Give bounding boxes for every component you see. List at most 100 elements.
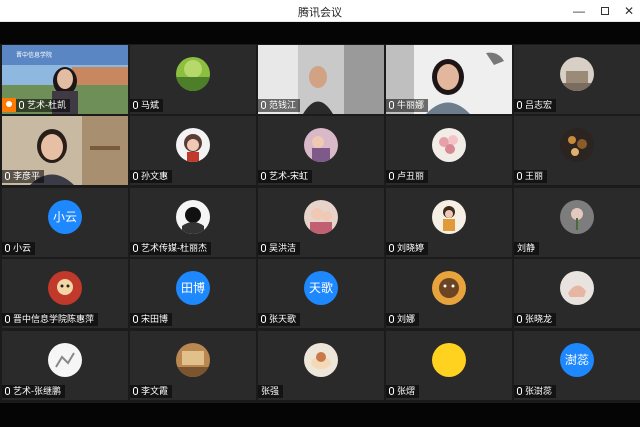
participant-tile[interactable]: 天歌 张天歌 — [258, 259, 384, 328]
participant-avatar: 天歌 — [304, 271, 338, 305]
participant-avatar — [48, 271, 82, 305]
participant-tile[interactable]: 田博 宋田博 — [130, 259, 256, 328]
participant-tile[interactable]: 吕志宏 — [514, 45, 640, 114]
participant-tile[interactable]: 张晓龙 — [514, 259, 640, 328]
microphone-icon — [133, 244, 138, 252]
participant-tile[interactable]: 孙文惠 — [130, 116, 256, 185]
microphone-icon — [389, 387, 394, 395]
window-title: 腾讯会议 — [298, 7, 342, 19]
microphone-icon — [389, 315, 394, 323]
microphone-icon — [5, 244, 10, 252]
participant-name-label: 艺术-杜凯 — [16, 99, 70, 112]
participant-avatar — [432, 343, 466, 377]
participant-name-label: 马斌 — [130, 99, 164, 112]
microphone-icon — [517, 101, 522, 109]
participant-avatar — [560, 128, 594, 162]
participant-name-label: 宋田博 — [130, 313, 173, 326]
participant-name-label: 艺术-宋虹 — [258, 170, 312, 183]
participant-tile[interactable]: 刘娜 — [386, 259, 512, 328]
participant-tile[interactable]: 李彦平 — [2, 116, 128, 185]
microphone-icon — [261, 244, 266, 252]
participant-name-label: 刘静 — [514, 242, 540, 255]
microphone-icon — [389, 244, 394, 252]
maximize-button[interactable] — [594, 2, 616, 20]
microphone-icon — [517, 387, 522, 395]
participant-name-label: 吴洪洁 — [258, 242, 301, 255]
participant-name-label: 艺术-张继鹏 — [2, 385, 65, 398]
svg-text:晋中信息学院: 晋中信息学院 — [16, 51, 52, 59]
microphone-icon — [133, 101, 138, 109]
microphone-icon — [133, 172, 138, 180]
participant-tile[interactable]: 刘晓婷 — [386, 188, 512, 257]
participant-tile[interactable]: 王丽 — [514, 116, 640, 185]
participant-name-label: 李文霞 — [130, 385, 173, 398]
close-button[interactable]: ✕ — [618, 2, 640, 20]
microphone-icon — [261, 172, 266, 180]
participant-name-label: 刘晓婷 — [386, 242, 429, 255]
participant-tile[interactable]: 艺术传媒-杜丽杰 — [130, 188, 256, 257]
participant-tile[interactable]: 范钱江 — [258, 45, 384, 114]
microphone-icon — [261, 101, 266, 109]
participant-avatar: 澍蕊 — [560, 343, 594, 377]
participant-name-label: 小云 — [2, 242, 36, 255]
microphone-icon — [261, 315, 266, 323]
participant-tile[interactable]: 晋中信息学院 艺术-杜凯 — [2, 45, 128, 114]
participant-name-label: 张晓龙 — [514, 313, 557, 326]
microphone-icon — [5, 387, 10, 395]
participant-name-label: 吕志宏 — [514, 99, 557, 112]
participant-avatar — [304, 343, 338, 377]
participant-tile[interactable]: 晋中信息学院陈惠萍 — [2, 259, 128, 328]
microphone-icon — [19, 101, 24, 109]
microphone-icon — [5, 315, 10, 323]
microphone-icon — [389, 101, 394, 109]
participant-avatar — [304, 128, 338, 162]
participant-avatar — [176, 200, 210, 234]
participant-avatar — [432, 200, 466, 234]
participant-avatar — [560, 200, 594, 234]
participant-name-label: 张天歌 — [258, 313, 301, 326]
host-badge-icon — [2, 98, 16, 112]
participant-avatar — [560, 57, 594, 91]
participant-tile[interactable]: 张熠 — [386, 331, 512, 400]
participant-avatar — [176, 128, 210, 162]
participant-name-label: 刘娜 — [386, 313, 420, 326]
participant-avatar: 小云 — [48, 200, 82, 234]
microphone-icon — [5, 172, 10, 180]
participant-tile[interactable]: 吴洪洁 — [258, 188, 384, 257]
microphone-icon — [517, 172, 522, 180]
participant-avatar: 田博 — [176, 271, 210, 305]
participant-name-label: 艺术传媒-杜丽杰 — [130, 242, 211, 255]
participant-tile[interactable]: 张强 — [258, 331, 384, 400]
microphone-icon — [517, 315, 522, 323]
participant-tile[interactable]: 牛丽娜 — [386, 45, 512, 114]
participant-avatar — [176, 57, 210, 91]
top-toolbar-area — [0, 22, 640, 44]
minimize-button[interactable]: — — [568, 2, 590, 20]
microphone-icon — [389, 172, 394, 180]
participant-name-label: 牛丽娜 — [386, 99, 429, 112]
participant-avatar — [304, 200, 338, 234]
participant-tile[interactable]: 马斌 — [130, 45, 256, 114]
participant-avatar — [560, 271, 594, 305]
participant-tile[interactable]: 澍蕊 张澍蕊 — [514, 331, 640, 400]
participant-grid: 晋中信息学院 艺术-杜凯 马斌 范钱江 牛丽娜 吕志宏 李彦平 孙文惠 艺术-宋… — [0, 44, 640, 403]
participant-avatar — [432, 271, 466, 305]
participant-tile[interactable]: 卢丑丽 — [386, 116, 512, 185]
title-bar: 腾讯会议 — ✕ — [0, 0, 640, 22]
participant-avatar — [432, 128, 466, 162]
participant-tile[interactable]: 李文霞 — [130, 331, 256, 400]
participant-avatar — [48, 343, 82, 377]
participant-name-label: 张熠 — [386, 385, 420, 398]
participant-name-label: 范钱江 — [258, 99, 301, 112]
participant-name-label: 张澍蕊 — [514, 385, 557, 398]
maximize-icon — [601, 7, 609, 15]
participant-name-label: 王丽 — [514, 170, 548, 183]
participant-tile[interactable]: 小云 小云 — [2, 188, 128, 257]
microphone-icon — [133, 387, 138, 395]
microphone-icon — [133, 315, 138, 323]
bottom-toolbar-area — [0, 403, 640, 427]
participant-tile[interactable]: 艺术-张继鹏 — [2, 331, 128, 400]
participant-name-label: 孙文惠 — [130, 170, 173, 183]
participant-tile[interactable]: 艺术-宋虹 — [258, 116, 384, 185]
participant-tile[interactable]: 刘静 — [514, 188, 640, 257]
